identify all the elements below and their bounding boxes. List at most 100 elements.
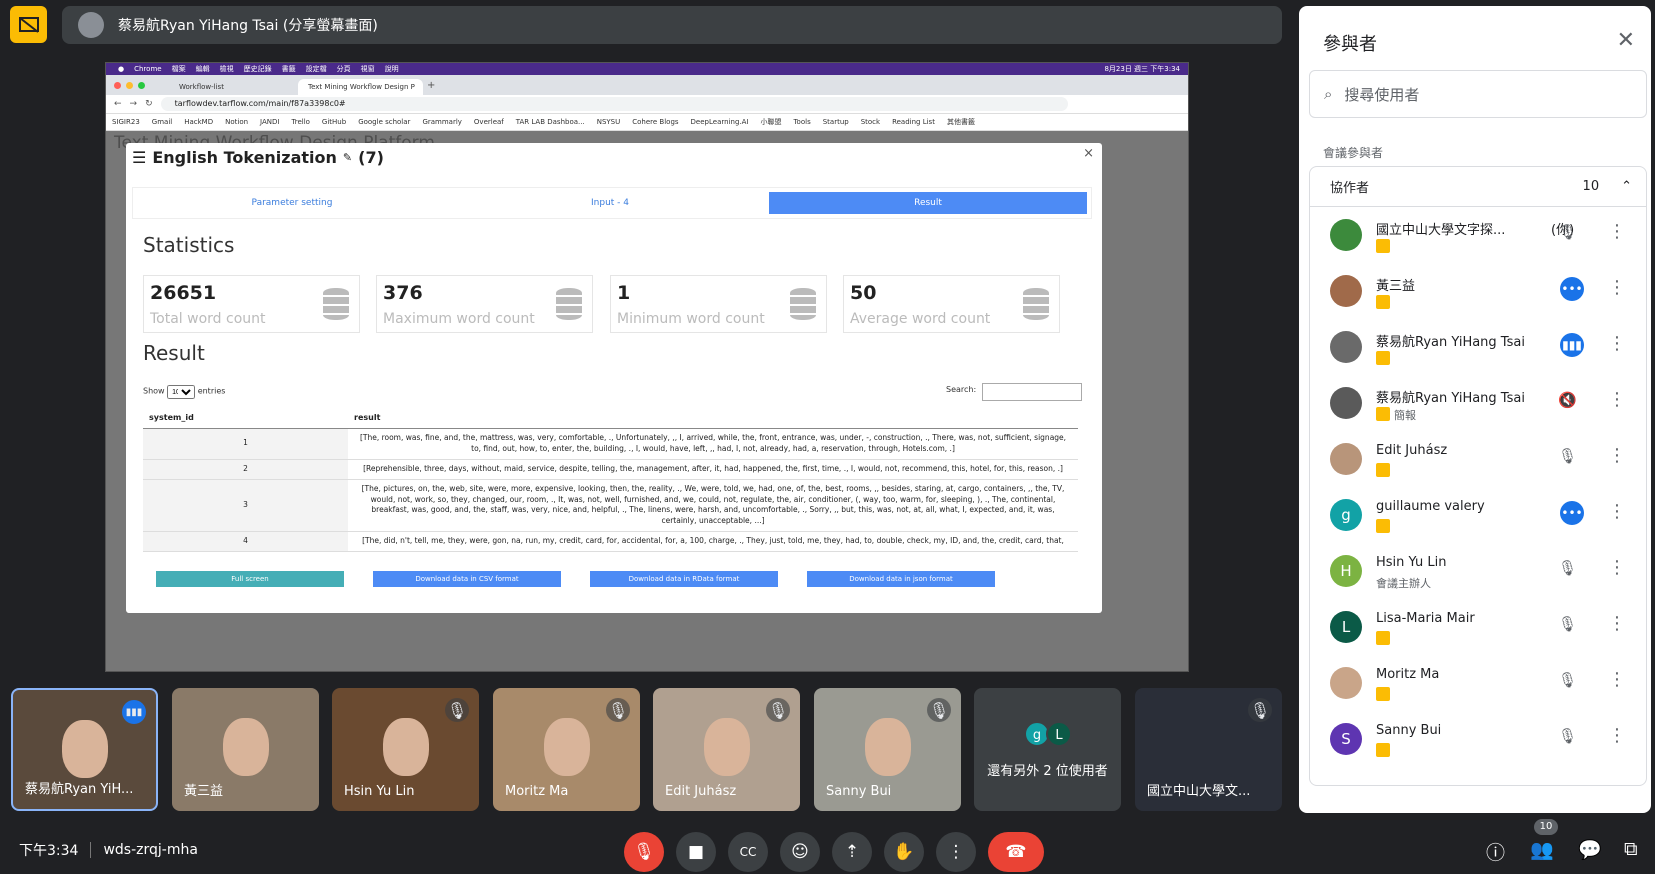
participant-tile[interactable]: 🎙 Moritz Ma	[493, 688, 640, 811]
more-vert-icon[interactable]: ⋮	[1608, 557, 1626, 578]
participant-name: Sanny Bui	[1376, 723, 1442, 738]
camera-toggle-button[interactable]: ■	[676, 832, 716, 872]
bookmark: SIGIR23	[112, 118, 140, 126]
participant-tile[interactable]: 黃三益	[172, 688, 319, 811]
presenter-bar: 蔡易航Ryan YiHang Tsai (分享螢幕畫面)	[62, 6, 1282, 44]
group-label: 協作者	[1330, 181, 1370, 196]
participant-tile[interactable]: 🎙 Hsin Yu Lin	[332, 688, 479, 811]
presentation-icon[interactable]	[10, 6, 47, 43]
table-header: system_id result	[143, 407, 1078, 429]
menu-item: 歷史記錄	[243, 65, 272, 73]
avatar	[1330, 331, 1362, 363]
mic-off-icon: 🎙	[606, 698, 630, 722]
hand-icon: ✋	[893, 842, 915, 862]
chevron-up-icon: ⌃	[1621, 179, 1632, 194]
participant-search-input[interactable]: ⌕ 搜尋使用者	[1309, 70, 1647, 118]
bookmark: Grammarly	[422, 118, 462, 126]
more-vert-icon[interactable]: ⋮	[1608, 333, 1626, 354]
presenting-icon	[1376, 463, 1390, 477]
more-vert-icon[interactable]: ⋮	[1608, 277, 1626, 298]
captions-button[interactable]: CC	[728, 832, 768, 872]
browser-urlbar: ← → ↻ tarflowdev.tarflow.com/main/f87a33…	[106, 95, 1188, 114]
close-icon[interactable]: ✕	[1617, 28, 1635, 53]
stat-label: Minimum word count	[617, 311, 765, 327]
present-button[interactable]: ⇡	[832, 832, 872, 872]
divider	[90, 842, 92, 858]
phone-icon: ☎	[1005, 842, 1027, 862]
participant-tile[interactable]: ▮▮▮ 蔡易航Ryan YiH...	[11, 688, 158, 811]
menu-item: Chrome	[134, 65, 162, 73]
raise-hand-button[interactable]: ✋	[884, 832, 924, 872]
download-rdata-button: Download data in RData format	[590, 571, 778, 587]
participant-tile[interactable]: 🎙 國立中山大學文...	[1135, 688, 1282, 811]
avatar	[1330, 219, 1362, 251]
more-vert-icon[interactable]: ⋮	[1608, 221, 1626, 242]
close-icon: ×	[1083, 146, 1094, 161]
result-heading: Result	[143, 341, 205, 365]
avatar: H	[1330, 555, 1362, 587]
browser-tab: Workflow-list	[179, 83, 224, 91]
bookmark: JANDI	[260, 118, 280, 126]
more-vert-icon[interactable]: ⋮	[1608, 389, 1626, 410]
search-icon: ⌕	[1324, 85, 1333, 103]
table-row: 3 [The, pictures, on, the, web, site, we…	[143, 479, 1078, 533]
webpage: Text Mining Workflow Design Platform ☰ E…	[106, 131, 1188, 671]
show-label: Show	[143, 386, 165, 396]
group-header[interactable]: 協作者 10 ⌃	[1310, 167, 1646, 207]
edit-icon: ✎	[342, 151, 353, 164]
participant-video	[543, 718, 590, 776]
chat-icon[interactable]: 💬	[1578, 838, 1602, 861]
end-call-button[interactable]: ☎	[988, 832, 1044, 872]
speaking-icon: •••	[1560, 277, 1584, 301]
participant-name: Lisa-Maria Mair	[1376, 611, 1475, 626]
menu-item: 編輯	[195, 65, 210, 73]
bookmark: Cohere Blogs	[632, 118, 679, 126]
participant-video	[382, 718, 429, 776]
avatar: L	[1046, 721, 1072, 747]
participant-video	[61, 720, 108, 778]
participant-name: 蔡易航Ryan YiH...	[25, 782, 134, 797]
reactions-button[interactable]: ☺	[780, 832, 820, 872]
bookmark: Gmail	[151, 118, 173, 126]
forward-icon: →	[129, 99, 138, 109]
participant-tile[interactable]: 🎙 Edit Juhász	[653, 688, 800, 811]
camera-icon: ■	[687, 842, 705, 862]
cell-result: [Reprehensible, three, days, without, ma…	[348, 459, 1078, 480]
more-vert-icon[interactable]: ⋮	[1608, 613, 1626, 634]
more-vert-icon[interactable]: ⋮	[1608, 669, 1626, 690]
back-icon: ←	[114, 99, 122, 109]
info-icon[interactable]: ⓘ	[1486, 838, 1505, 865]
more-vert-icon[interactable]: ⋮	[1608, 501, 1626, 522]
participant-row: Edit Juhász 🎙 ⋮	[1310, 433, 1646, 489]
menu-item: 視窗	[360, 65, 375, 73]
participant-name: 蔡易航Ryan YiHang Tsai	[1376, 391, 1525, 406]
participant-row: H Hsin Yu Lin 會議主辦人 🎙 ⋮	[1310, 545, 1646, 601]
activities-icon[interactable]: ⧉	[1624, 838, 1638, 860]
more-vert-icon[interactable]: ⋮	[1608, 725, 1626, 746]
mic-off-icon: 🎙	[1558, 671, 1578, 689]
more-participants-tile[interactable]: g L 還有另外 2 位使用者	[974, 688, 1121, 811]
meeting-code: wds-zrqj-mha	[103, 842, 198, 858]
more-vert-icon[interactable]: ⋮	[1608, 445, 1626, 466]
participant-row: Moritz Ma 🎙 ⋮	[1310, 657, 1646, 713]
mic-off-icon: 🎙	[1558, 559, 1578, 577]
group-count: 10	[1582, 179, 1600, 194]
cell-id: 2	[143, 459, 348, 480]
current-time: 下午3:34	[19, 843, 79, 859]
people-icon[interactable]: 👥	[1530, 838, 1554, 861]
more-options-button[interactable]: ⋮	[936, 832, 976, 872]
participant-tile[interactable]: 🎙 Sanny Bui	[814, 688, 961, 811]
mic-off-icon: 🎙	[1558, 447, 1578, 465]
bookmark: Overleaf	[473, 118, 504, 126]
database-icon	[556, 288, 582, 320]
tokenization-modal: ☰ English Tokenization ✎ (7) × Parameter…	[126, 143, 1102, 613]
more-participants-label: 還有另外 2 位使用者	[987, 764, 1108, 779]
minimize-dot	[126, 81, 133, 89]
cell-id: 4	[143, 531, 348, 552]
mic-toggle-button[interactable]: 🎙	[624, 832, 664, 872]
zoom-dot	[138, 81, 145, 89]
mac-menubar: ● Chrome 檔案 編輯 檢視 歷史記錄 書籤 設定檔 分頁 視窗 說明 8…	[106, 63, 1188, 75]
stat-value: 1	[617, 282, 631, 304]
speaking-icon: •••	[1560, 501, 1584, 525]
cell-result: [The, pictures, on, the, web, site, were…	[348, 479, 1078, 533]
